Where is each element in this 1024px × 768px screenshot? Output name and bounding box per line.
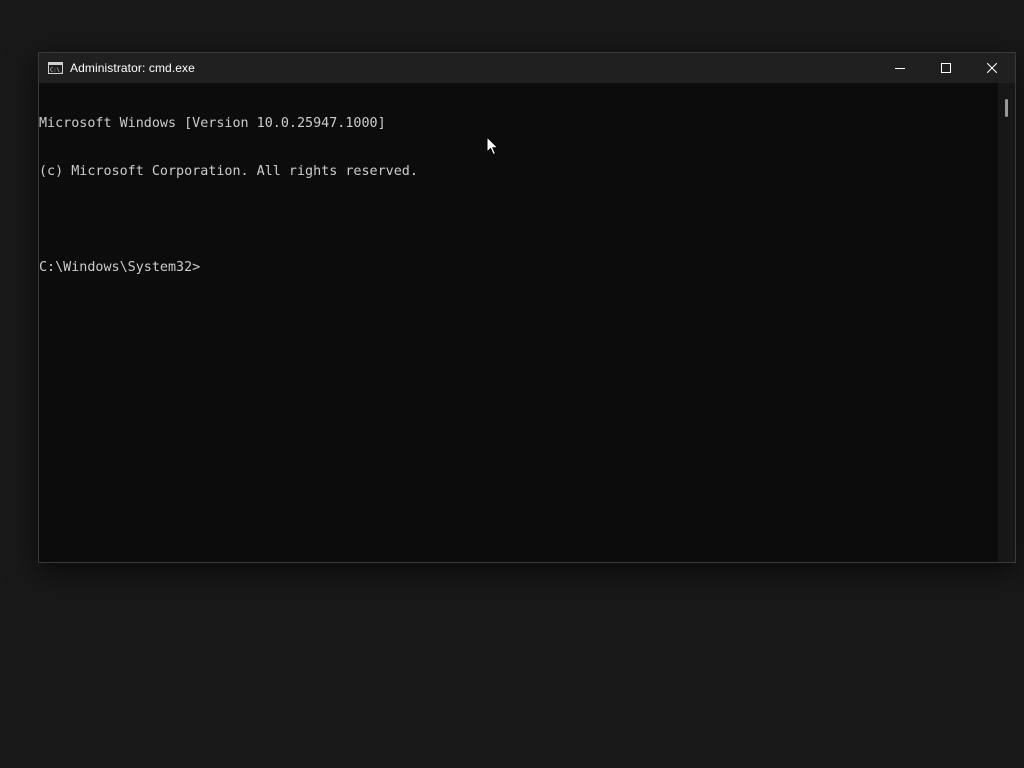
maximize-button[interactable] xyxy=(923,53,969,83)
close-icon xyxy=(987,63,997,73)
close-button[interactable] xyxy=(969,53,1015,83)
minimize-icon xyxy=(895,68,905,69)
console-line-blank xyxy=(39,212,999,228)
console-line-banner: Microsoft Windows [Version 10.0.25947.10… xyxy=(39,116,386,131)
console-output[interactable]: Microsoft Windows [Version 10.0.25947.10… xyxy=(39,83,999,562)
desktop-background: C:\_ Administrator: cmd.exe Microsoft Wi… xyxy=(0,0,1024,768)
window-title: Administrator: cmd.exe xyxy=(70,61,195,75)
scrollbar-thumb[interactable] xyxy=(1005,99,1008,117)
svg-text:C:\_: C:\_ xyxy=(50,68,63,74)
cmd-icon[interactable]: C:\_ xyxy=(48,62,63,74)
title-bar[interactable]: C:\_ Administrator: cmd.exe xyxy=(39,53,1015,83)
mouse-pointer-icon xyxy=(486,136,500,156)
maximize-icon xyxy=(941,63,951,73)
command-prompt[interactable]: C:\Windows\System32> xyxy=(39,260,999,276)
cmd-window[interactable]: C:\_ Administrator: cmd.exe Microsoft Wi… xyxy=(38,52,1016,563)
vertical-scrollbar[interactable] xyxy=(998,83,1015,562)
caption-buttons xyxy=(877,53,1015,83)
console-line-copyright: (c) Microsoft Corporation. All rights re… xyxy=(39,164,418,179)
minimize-button[interactable] xyxy=(877,53,923,83)
